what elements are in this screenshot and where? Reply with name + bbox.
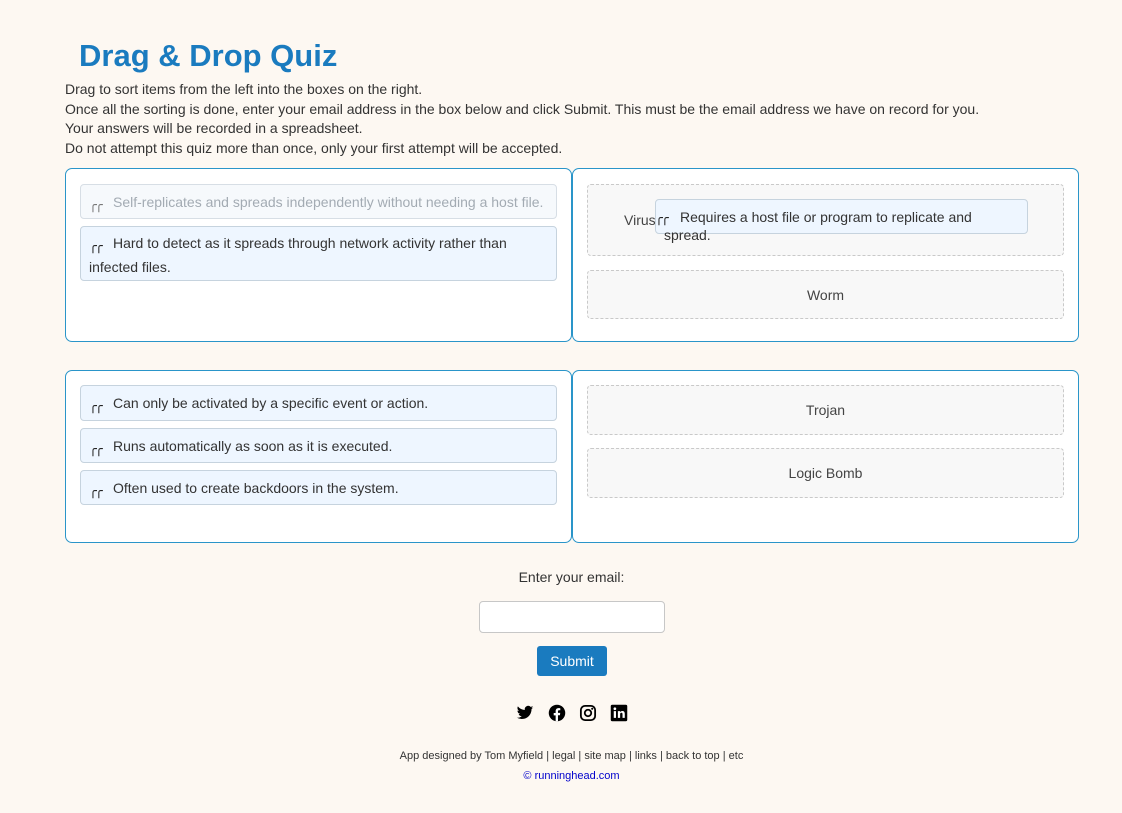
instruction-line: Your answers will be recorded in a sprea… [65,120,363,136]
item-text: Often used to create backdoors in the sy… [113,480,399,496]
items-panel-2: ╭╭ Can only be activated by a specific ev… [65,370,572,543]
drag-handle-icon[interactable]: ╭╭ [89,237,106,257]
drop-panel-2: Trojan Logic Bomb [572,370,1079,543]
footer-links[interactable]: App designed by Tom Myfield | legal | si… [0,750,1122,762]
submit-button[interactable]: Submit [537,646,607,676]
draggable-item[interactable]: ╭╭ Runs automatically as soon as it is ex… [80,428,557,463]
copyright-link[interactable]: © runninghead.com [0,770,1122,782]
twitter-icon[interactable] [516,704,534,722]
instruction-line: Do not attempt this quiz more than once,… [65,139,563,156]
drag-handle-icon[interactable]: ╭╭ [655,210,672,228]
item-text: Requires a host file or program to repli… [664,209,972,243]
item-text: Self-replicates and spreads independentl… [113,194,544,210]
drop-zone-virus[interactable]: Virus ╭╭ Requires a host file or program … [587,184,1064,256]
items-panel-1: ╭╭ Self-replicates and spreads independen… [65,168,572,342]
instagram-icon[interactable] [579,704,597,722]
draggable-item[interactable]: ╭╭ Often used to create backdoors in the … [80,470,557,505]
zone-label: Trojan [805,402,846,418]
draggable-item[interactable]: ╭╭ Can only be activated by a specific ev… [80,385,557,421]
drop-zone-trojan[interactable]: Trojan [587,385,1064,435]
facebook-icon[interactable] [548,704,566,722]
item-text: Can only be activated by a specific even… [113,395,429,411]
item-text: Runs automatically as soon as it is exec… [113,438,393,454]
instructions: Drag to sort items from the left into th… [65,80,979,158]
instruction-line: Once all the sorting is done, enter your… [65,100,980,117]
email-label: Enter your email: [518,569,625,585]
drag-handle-icon[interactable]: ╭╭ [89,440,106,460]
draggable-item[interactable]: ╭╭ Self-replicates and spreads independen… [80,184,557,219]
drag-handle-icon[interactable]: ╭╭ [89,196,106,216]
drop-zone-logic-bomb[interactable]: Logic Bomb [587,448,1064,498]
drag-handle-icon[interactable]: ╭╭ [89,397,106,417]
zone-label: Worm [806,286,845,303]
drop-panel-1: Virus ╭╭ Requires a host file or program … [572,168,1079,342]
email-input[interactable] [479,601,665,633]
instruction-line: Drag to sort items from the left into th… [65,81,423,97]
page-title: Drag & Drop Quiz [79,38,338,73]
drop-zone-worm[interactable]: Worm [587,270,1064,319]
placed-item[interactable]: ╭╭ Requires a host file or program to rep… [655,199,1028,243]
linkedin-icon[interactable] [610,704,628,722]
drag-handle-icon[interactable]: ╭╭ [89,482,106,502]
item-text: Hard to detect as it spreads through net… [89,235,507,275]
zone-label: Logic Bomb [788,465,863,481]
zone-label: Virus [624,212,656,228]
draggable-item[interactable]: ╭╭ Hard to detect as it spreads through n… [80,226,557,281]
